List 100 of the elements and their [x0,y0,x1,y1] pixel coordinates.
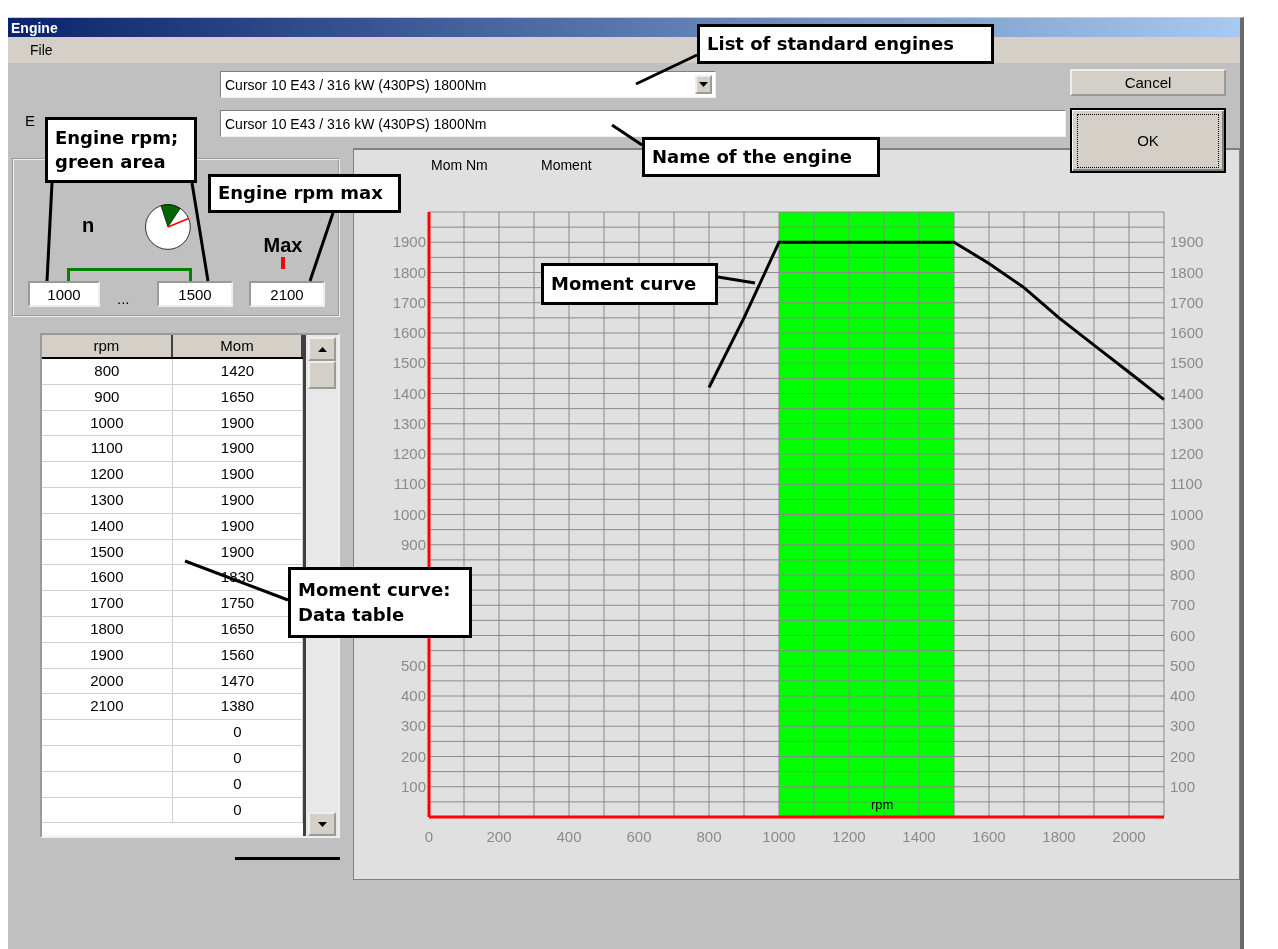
y-tick-label: 800 [1170,566,1196,583]
y-tick-label: 900 [1170,535,1196,553]
y-tick-label: 1000 [1170,505,1204,523]
x-tick-label: 200 [486,828,512,845]
x-tick-label: 0 [424,828,434,845]
table-cell: 1900 [42,642,173,668]
table-cell: 1470 [172,668,304,694]
chart-title: Moment [541,157,592,173]
y-tick-label: 400 [1170,687,1196,704]
y-tick-label: 1300 [392,414,426,432]
callout: Engine rpm max [208,174,401,213]
callout: Name of the engine [642,137,880,177]
x-tick-label: 1600 [972,828,1006,845]
max-label: Max [263,234,303,257]
table-cell: 1700 [42,591,173,616]
table-cell: 1900 [172,488,304,513]
table-cell: 1500 [42,539,173,565]
y-tick-label: 200 [1170,747,1196,765]
y-tick-label: 500 [1170,656,1196,674]
table-cell: 1380 [172,694,304,720]
callout: Moment curve [541,263,718,305]
leader-line [717,275,756,285]
y-tick-label: 1900 [392,233,426,251]
y-axis-title: Mom Nm [431,157,488,173]
x-tick-label: 400 [556,828,582,845]
y-tick-label: 700 [1170,596,1196,614]
y-tick-label: 1600 [392,324,426,341]
table-cell: 1560 [172,642,304,668]
engine-label: E [25,112,36,129]
y-tick-label: 300 [1170,717,1196,735]
y-tick-label: 100 [1170,777,1196,795]
leader-line [308,212,335,282]
cancel-button[interactable]: Cancel [1070,69,1226,96]
leader-line [635,53,698,86]
table-cell: 1200 [42,462,173,487]
y-tick-label: 1700 [392,293,426,311]
table-cell: 800 [42,359,173,384]
y-tick-label: 400 [400,687,426,704]
rpm-from-field[interactable]: 1000 [28,281,100,307]
rpm-label: n [82,214,95,237]
ok-button[interactable]: OK [1070,108,1226,173]
column-header[interactable]: Mom [172,335,304,357]
table-cell: 1400 [42,513,173,539]
x-tick-label: 600 [626,828,652,845]
scroll-thumb[interactable] [308,361,336,389]
y-tick-label: 1100 [1170,475,1203,493]
table-cell: 1900 [172,513,304,539]
table-cell: 1600 [42,565,173,591]
y-tick-label: 600 [1170,626,1196,644]
table-cell: 900 [42,384,173,410]
y-tick-label: 1500 [392,354,426,372]
rpm-max-field[interactable]: 2100 [249,281,325,307]
x-tick-label: 1800 [1042,828,1076,845]
engine-name-field[interactable]: Cursor 10 E43 / 316 kW (430PS) 1800Nm [220,110,1066,137]
window-title: Engine [11,19,58,36]
callout: List of standard engines [697,24,994,64]
y-tick-label: 1800 [392,263,426,281]
scroll-up-icon[interactable] [308,337,336,361]
y-tick-label: 100 [400,777,426,795]
y-tick-label: 1100 [393,475,426,493]
y-tick-label: 1800 [1170,263,1204,281]
range-separator: ... [117,289,131,307]
table-cell: 1800 [42,616,173,642]
y-tick-label: 200 [400,747,426,765]
table-cell: 0 [172,745,304,771]
table-cell: 1900 [172,539,304,565]
table-cell: 0 [172,797,304,823]
table-cell: 1900 [172,462,304,487]
y-tick-label: 1900 [1170,233,1204,251]
y-tick-label: 1700 [1170,293,1204,311]
y-tick-label: 1600 [1170,324,1204,341]
y-tick-label: 1000 [392,505,426,523]
table-cell: 2000 [42,668,173,694]
y-tick-label: 1500 [1170,354,1204,372]
table-cell: 0 [172,720,304,745]
table-cell: 1900 [172,436,304,462]
y-tick-label: 900 [400,535,426,553]
rpm-to-field[interactable]: 1500 [157,281,233,307]
table-cell: 1650 [172,384,304,410]
y-tick-label: 1400 [392,384,426,402]
x-tick-label: 800 [696,828,722,845]
x-tick-label: 1200 [832,828,866,845]
table-cell: 1000 [42,410,173,436]
y-tick-label: 300 [400,717,426,735]
menu-item[interactable]: File [22,42,61,58]
table-cell: 1420 [172,359,304,384]
callout: Engine rpm; green area [45,117,197,183]
max-marker [281,257,285,269]
y-tick-label: 1200 [392,445,426,462]
x-tick-label: 2000 [1112,828,1146,845]
leader-line [611,123,643,147]
engine-dropdown[interactable]: Cursor 10 E43 / 316 kW (430PS) 1800Nm [220,71,716,98]
x-tick-label: 1400 [902,828,936,845]
x-tick-label: 1000 [762,828,796,845]
scroll-down-icon[interactable] [308,812,336,836]
table-cell: 0 [172,771,304,797]
table-cell: 1100 [42,436,173,462]
y-tick-label: 500 [400,656,426,674]
column-header[interactable]: rpm [42,335,173,357]
y-tick-label: 1300 [1170,414,1204,432]
